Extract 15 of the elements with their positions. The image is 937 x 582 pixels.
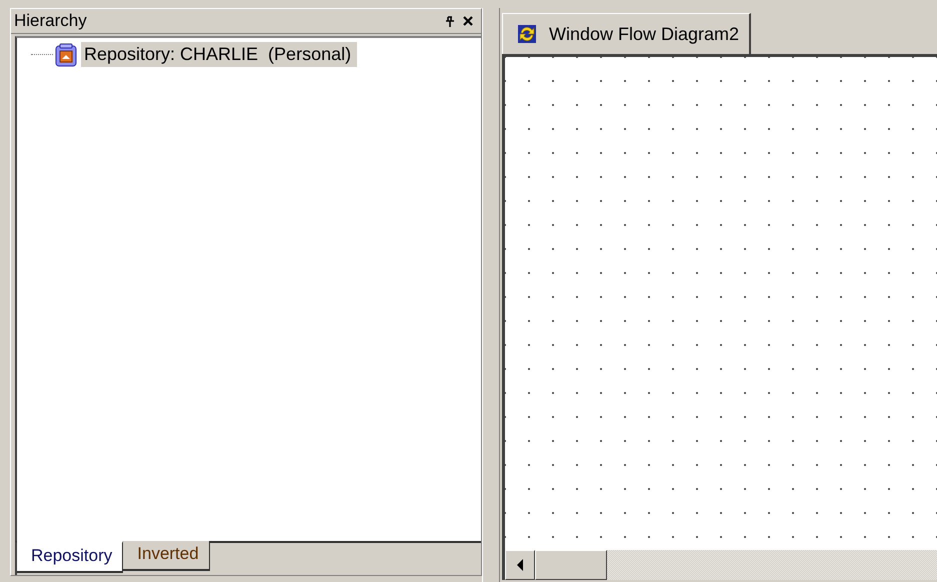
tree-connector [31,54,53,55]
close-icon[interactable] [463,16,473,26]
tree-item[interactable]: Repository: CHARLIE (Personal) [81,42,358,67]
database-icon [55,42,77,66]
pin-icon[interactable] [445,16,455,26]
scroll-thumb[interactable] [535,550,607,580]
panel-title: Hierarchy [14,11,87,31]
panel-tab[interactable]: Repository [17,541,124,573]
diagram-icon [517,24,537,44]
horizontal-scrollbar[interactable] [505,550,937,580]
panel-tab[interactable]: Inverted [123,541,210,571]
splitter-bar[interactable] [482,8,500,582]
scroll-left-button[interactable] [505,550,535,580]
left-arrow-icon [517,559,523,571]
document-tab[interactable]: Window Flow Diagram2 [502,13,752,54]
